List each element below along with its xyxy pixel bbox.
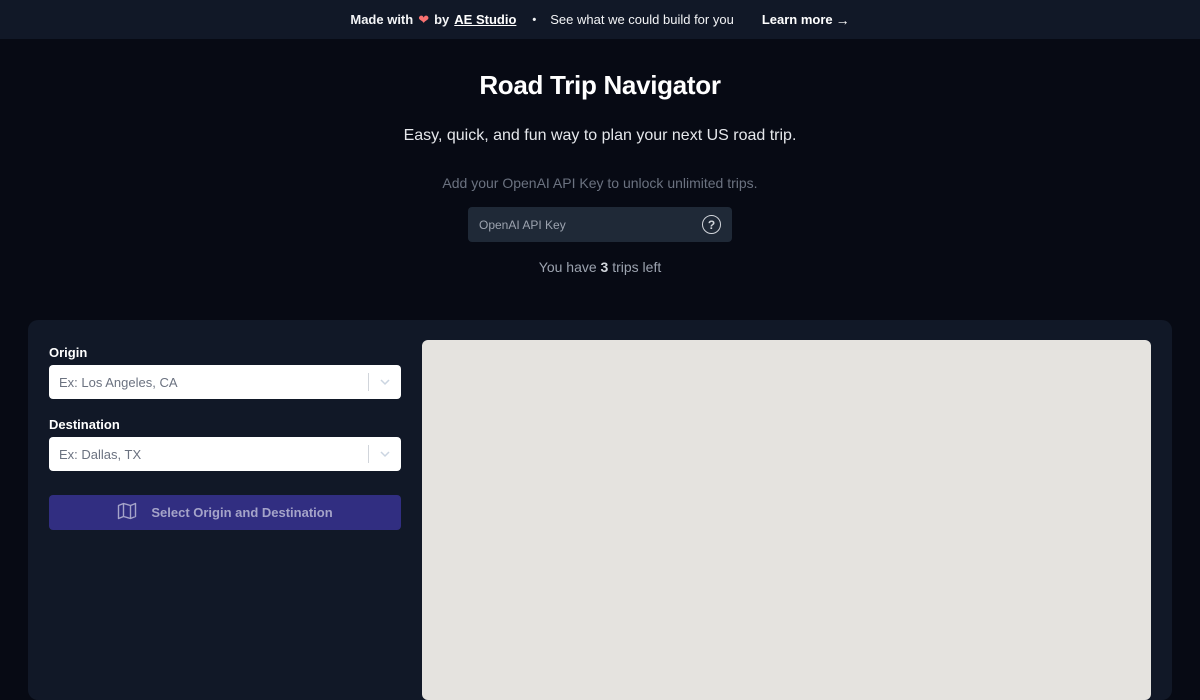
- trips-left-text: You have 3 trips left: [0, 259, 1200, 275]
- chevron-down-icon[interactable]: [369, 376, 401, 388]
- select-origin-destination-button[interactable]: Select Origin and Destination: [49, 495, 401, 530]
- destination-select[interactable]: Ex: Dallas, TX: [49, 437, 401, 471]
- select-button-label: Select Origin and Destination: [151, 505, 333, 520]
- bullet-separator: •: [532, 13, 537, 26]
- ae-studio-link[interactable]: AE Studio: [454, 12, 516, 27]
- api-key-hint: Add your OpenAI API Key to unlock unlimi…: [442, 175, 758, 191]
- map-canvas[interactable]: [422, 340, 1151, 700]
- origin-select[interactable]: Ex: Los Angeles, CA: [49, 365, 401, 399]
- trips-prefix: You have: [538, 259, 597, 275]
- made-with-text: Made with ❤ by AE Studio: [350, 12, 516, 27]
- origin-label: Origin: [49, 345, 88, 360]
- page-subtitle: Easy, quick, and fun way to plan your ne…: [403, 127, 797, 144]
- help-icon[interactable]: ?: [702, 215, 721, 234]
- arrow-right-icon: →: [835, 11, 850, 28]
- page-title: Road Trip Navigator: [479, 70, 721, 100]
- planner-panel: Origin Ex: Los Angeles, CA Destination E…: [28, 320, 1172, 700]
- learn-more-label: Learn more: [761, 12, 833, 27]
- api-key-input[interactable]: [479, 217, 679, 232]
- learn-more-link[interactable]: Learn more →: [762, 12, 850, 28]
- chevron-down-icon[interactable]: [369, 448, 401, 460]
- heart-icon: ❤: [418, 12, 430, 27]
- origin-placeholder: Ex: Los Angeles, CA: [59, 374, 178, 390]
- cta-text: See what we could build for you: [550, 12, 734, 27]
- top-banner: Made with ❤ by AE Studio • See what we c…: [0, 0, 1200, 39]
- api-key-field: ?: [468, 207, 732, 242]
- destination-label: Destination: [49, 417, 120, 432]
- made-with-label: Made with: [350, 12, 414, 27]
- by-label: by: [434, 12, 450, 27]
- map-icon: [117, 502, 137, 523]
- trips-count: 3: [600, 259, 609, 275]
- trips-suffix: trips left: [612, 259, 662, 275]
- destination-placeholder: Ex: Dallas, TX: [59, 446, 142, 462]
